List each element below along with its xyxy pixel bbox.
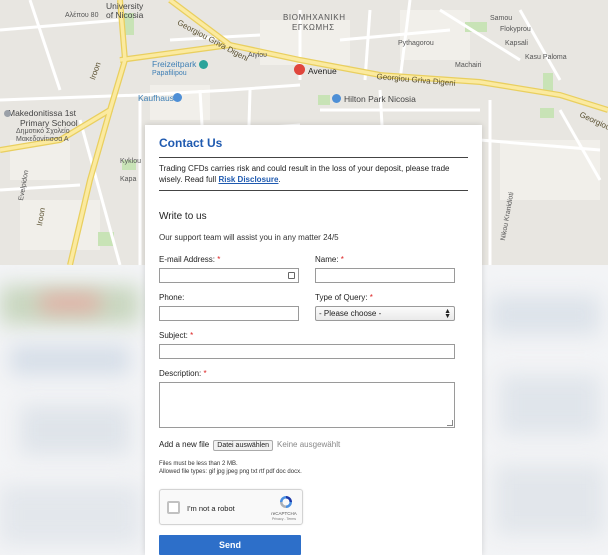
query-type-select[interactable]: - Please choose - ▲ ▼ (315, 306, 455, 321)
divider (159, 190, 468, 191)
map-label-kyklou: Kyklou (120, 158, 142, 165)
recaptcha-widget: I'm not a robot reCAPTCHA Privacy - Term… (159, 489, 303, 525)
email-field-group: E-mail Address: * (159, 255, 299, 283)
name-field[interactable] (315, 268, 455, 283)
section-title: Write to us (159, 211, 207, 222)
autofill-key-icon[interactable] (288, 272, 295, 279)
map-label-hilton: Hilton Park Nicosia (344, 94, 416, 104)
map-label-school-2: Primary School (20, 118, 78, 128)
page-title: Contact Us (159, 136, 223, 150)
section-subtitle: Our support team will assist you in any … (159, 233, 339, 242)
map-label-viomichaniki-2: ΕΓΚΩΜΗΣ (292, 23, 335, 32)
phone-field-group: Phone: (159, 293, 299, 321)
map-label-kapsali: Kapsali (505, 40, 528, 47)
recaptcha-logo-icon (280, 496, 292, 508)
subject-field[interactable] (159, 344, 455, 359)
risk-warning-end: . (278, 175, 281, 184)
file-upload-row: Add a new file Datei auswählen Keine aus… (159, 438, 468, 452)
description-field-group: Description: * (159, 369, 468, 428)
map-label-university-2: of Nicosia (106, 10, 144, 20)
choose-file-button[interactable]: Datei auswählen (213, 439, 274, 451)
map-label-pythagorou: Pythagorou (398, 40, 434, 47)
map-label-samou: Samou (490, 15, 513, 22)
query-selected-value: - Please choose - (319, 309, 382, 318)
form-row-subject: Subject: * (159, 331, 468, 369)
map-label-alepou: Αλέπου 80 (65, 12, 99, 19)
risk-disclosure-link[interactable]: Risk Disclosure (218, 175, 278, 184)
file-size-note: Files must be less than 2 MB. (159, 461, 238, 467)
recaptcha-checkbox[interactable] (167, 501, 180, 514)
recaptcha-privacy-terms-link[interactable]: Privacy - Terms (271, 517, 297, 521)
divider (159, 157, 468, 158)
description-label: Description: * (159, 369, 207, 378)
recaptcha-label: I'm not a robot (187, 504, 235, 513)
park-icon (199, 60, 208, 69)
map-label-viomichaniki-1: ΒΙΟΜΗΧΑΝΙΚΗ (283, 13, 346, 22)
map-label-school-1: Makedonitissa 1st (8, 108, 77, 118)
risk-warning: Trading CFDs carries risk and could resu… (159, 163, 468, 185)
name-label: Name: * (315, 255, 344, 264)
resize-handle-icon[interactable] (447, 420, 453, 426)
map-label-freizeitpark-1: Freizeitpark (152, 59, 197, 69)
query-field-group: Type of Query: * - Please choose - ▲ ▼ (315, 293, 455, 321)
email-field[interactable] (159, 268, 299, 283)
file-types-note: Allowed file types: gif jpg jpeg png txt… (159, 469, 302, 475)
subject-field-group: Subject: * (159, 331, 455, 359)
map-label-kapa: Kapa (120, 176, 137, 183)
file-note: Files must be less than 2 MB. Allowed fi… (159, 460, 468, 476)
file-label: Add a new file (159, 440, 210, 449)
select-arrows-icon: ▲ ▼ (444, 308, 451, 320)
form-row-phone-query: Phone: Type of Query: * - Please choose … (159, 293, 468, 331)
recaptcha-brand: reCAPTCHA (271, 511, 297, 516)
phone-field[interactable] (159, 306, 299, 321)
contact-form-card: Contact Us Trading CFDs carries risk and… (145, 125, 482, 555)
map-label-flokyprou: Flokyprou (500, 26, 531, 33)
file-status: Keine ausgewählt (277, 440, 341, 449)
school-icon (4, 110, 11, 117)
shopping-icon (173, 93, 182, 102)
map-label-palou: Kasu Paloma (525, 54, 567, 61)
map-label-school-4: Μακεδονίτισσα Α (16, 136, 69, 143)
form-row-email-name: E-mail Address: * Name: * (159, 255, 468, 293)
subject-label: Subject: * (159, 331, 194, 340)
name-field-group: Name: * (315, 255, 455, 283)
send-button[interactable]: Send (159, 535, 301, 555)
map-label-school-3: Δημοτικό Σχολείο (16, 128, 70, 135)
avenue-marker-icon (294, 64, 305, 75)
risk-warning-text: Trading CFDs carries risk and could resu… (159, 164, 450, 184)
phone-label: Phone: (159, 293, 185, 302)
map-label-kaufhaus: Kaufhaus (138, 93, 174, 103)
map-label-machairi: Machairi (455, 62, 482, 69)
description-textarea[interactable] (159, 382, 455, 428)
query-label: Type of Query: * (315, 293, 373, 302)
email-label: E-mail Address: * (159, 255, 221, 264)
map-label-freizeitpark-2: Papafilipou (152, 70, 187, 77)
map-label-avenue: Avenue (308, 66, 337, 76)
map-label-aigiou: Αιγίου (248, 52, 268, 59)
hotel-icon (332, 94, 341, 103)
